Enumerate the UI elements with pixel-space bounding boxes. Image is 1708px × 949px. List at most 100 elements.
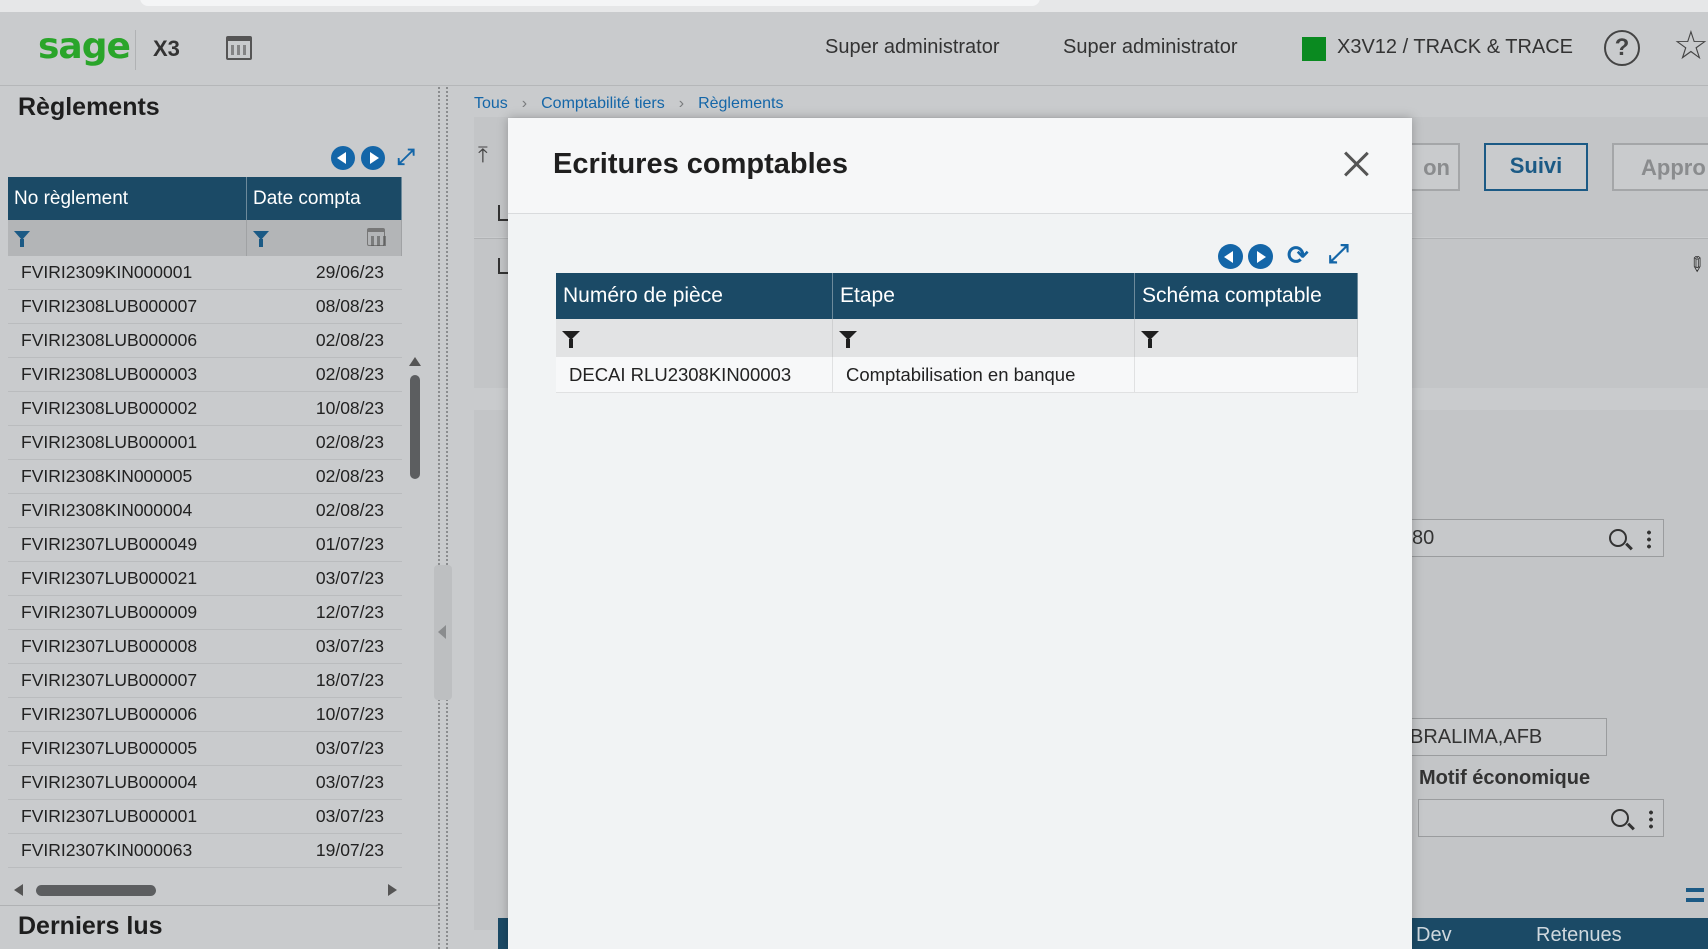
- breadcrumb-tous[interactable]: Tous: [474, 95, 508, 113]
- panel-splitter[interactable]: [438, 87, 448, 949]
- table-row[interactable]: FVIRI2308LUB000006 02/08/23: [8, 324, 402, 358]
- filter-icon[interactable]: [839, 331, 857, 348]
- filter-icon[interactable]: [253, 231, 269, 247]
- horizontal-scrollbar[interactable]: [14, 883, 398, 897]
- table-row[interactable]: FVIRI2309KIN000001 29/06/23: [8, 256, 402, 290]
- accounting-date-cell: 29/06/23: [315, 262, 384, 282]
- search-icon[interactable]: [1609, 529, 1627, 547]
- table-row[interactable]: FVIRI2308KIN000005 02/08/23: [8, 460, 402, 494]
- filter-cell[interactable]: [833, 319, 1135, 357]
- payment-number-cell[interactable]: FVIRI2307LUB000004: [8, 772, 254, 793]
- sage-logo[interactable]: sage: [38, 26, 131, 67]
- table-row[interactable]: FVIRI2308LUB000001 02/08/23: [8, 426, 402, 460]
- next-page-icon[interactable]: [361, 146, 385, 170]
- suivi-button[interactable]: Suivi: [1484, 143, 1588, 191]
- table-row[interactable]: FVIRI2307LUB000009 12/07/23: [8, 596, 402, 630]
- piece-number-cell[interactable]: DECAI RLU2308KIN00003: [556, 356, 833, 393]
- previous-page-icon[interactable]: [331, 146, 355, 170]
- expand-icon[interactable]: ⤢: [1328, 240, 1349, 266]
- scroll-top-icon[interactable]: ⤒: [478, 142, 488, 168]
- schema-comptable-cell[interactable]: [1135, 356, 1358, 393]
- expand-icon[interactable]: ⤢: [397, 146, 415, 168]
- filter-icon[interactable]: [1141, 331, 1159, 348]
- table-row[interactable]: FVIRI2308LUB000002 10/08/23: [8, 392, 402, 426]
- payment-number-cell[interactable]: FVIRI2307LUB000049: [8, 534, 254, 555]
- previous-page-icon[interactable]: [1218, 244, 1243, 269]
- table-row[interactable]: FVIRI2307LUB000006 10/07/23: [8, 698, 402, 732]
- payment-number-cell[interactable]: FVIRI2308LUB000006: [8, 330, 254, 351]
- filter-cell[interactable]: [556, 319, 833, 357]
- payment-number-cell[interactable]: FVIRI2308LUB000003: [8, 364, 254, 385]
- table-row[interactable]: FVIRI2307LUB000049 01/07/23: [8, 528, 402, 562]
- environment-status-icon: [1302, 37, 1326, 61]
- payment-number-cell[interactable]: FVIRI2308LUB000001: [8, 432, 254, 453]
- filter-icon[interactable]: [562, 331, 580, 348]
- calendar-icon[interactable]: [226, 36, 252, 60]
- next-page-icon[interactable]: [1248, 244, 1273, 269]
- scroll-left-icon[interactable]: [14, 884, 23, 896]
- payment-number-cell[interactable]: FVIRI2309KIN000001: [8, 262, 254, 283]
- scroll-up-icon[interactable]: [409, 357, 421, 366]
- payment-number-cell[interactable]: FVIRI2308KIN000004: [8, 500, 254, 521]
- left-panel: Règlements ⤢ No règlement Date compta FV…: [0, 87, 440, 949]
- payment-number-cell[interactable]: FVIRI2307LUB000001: [8, 806, 254, 827]
- vertical-scrollbar[interactable]: [409, 357, 421, 949]
- entries-grid-body: DECAI RLU2308KIN00003 Comptabilisation en…: [556, 356, 1358, 393]
- help-icon[interactable]: ?: [1604, 30, 1640, 66]
- table-row[interactable]: FVIRI2307LUB000001 03/07/23: [8, 800, 402, 834]
- approve-button[interactable]: Appro: [1612, 143, 1708, 191]
- role-menu[interactable]: Super administrator: [1063, 36, 1238, 59]
- address-bar[interactable]: [140, 0, 1040, 6]
- table-row[interactable]: FVIRI2307LUB000021 03/07/23: [8, 562, 402, 596]
- payment-number-cell[interactable]: FVIRI2308LUB000007: [8, 296, 254, 317]
- payment-number-cell[interactable]: FVIRI2307LUB000007: [8, 670, 254, 691]
- payments-grid-filter-row: [8, 220, 402, 256]
- layers-icon[interactable]: [1686, 888, 1704, 902]
- table-row[interactable]: FVIRI2307LUB000008 03/07/23: [8, 630, 402, 664]
- filter-icon[interactable]: [14, 231, 30, 247]
- column-header-schema-comptable[interactable]: Schéma comptable: [1135, 273, 1358, 319]
- filter-cell[interactable]: [1135, 319, 1358, 357]
- column-header-etape[interactable]: Etape: [833, 273, 1135, 319]
- filter-cell[interactable]: [8, 220, 247, 256]
- environment-selector[interactable]: X3V12 / TRACK & TRACE: [1337, 36, 1573, 59]
- refresh-icon[interactable]: ⟳: [1287, 242, 1309, 268]
- column-header-no-reglement[interactable]: No règlement: [8, 177, 247, 220]
- collapse-panel-handle[interactable]: [434, 565, 452, 700]
- date-picker-icon[interactable]: [367, 228, 387, 246]
- payment-number-cell[interactable]: FVIRI2307LUB000005: [8, 738, 254, 759]
- scroll-thumb[interactable]: [410, 375, 420, 479]
- close-icon[interactable]: [1340, 148, 1372, 180]
- breadcrumb-reglements[interactable]: Règlements: [698, 95, 783, 113]
- payment-number-cell[interactable]: FVIRI2307LUB000021: [8, 568, 254, 589]
- search-icon[interactable]: [1611, 809, 1629, 827]
- table-row[interactable]: FVIRI2308LUB000007 08/08/23: [8, 290, 402, 324]
- table-row[interactable]: DECAI RLU2308KIN00003 Comptabilisation en…: [556, 356, 1358, 393]
- table-row[interactable]: FVIRI2307LUB000005 03/07/23: [8, 732, 402, 766]
- payment-number-cell[interactable]: FVIRI2307LUB000006: [8, 704, 254, 725]
- user-menu[interactable]: Super administrator: [825, 36, 1000, 59]
- tab-retenues[interactable]: Retenues: [1536, 924, 1622, 947]
- more-options-icon[interactable]: [1649, 809, 1653, 829]
- more-options-icon[interactable]: [1647, 529, 1651, 549]
- payment-number-cell[interactable]: FVIRI2307KIN000063: [8, 840, 254, 861]
- table-row[interactable]: FVIRI2308LUB000003 02/08/23: [8, 358, 402, 392]
- column-header-date-compta[interactable]: Date compta: [247, 177, 402, 220]
- payment-number-cell[interactable]: FVIRI2307LUB000008: [8, 636, 254, 657]
- payment-number-cell[interactable]: FVIRI2308LUB000002: [8, 398, 254, 419]
- etape-cell[interactable]: Comptabilisation en banque: [833, 356, 1135, 393]
- table-row[interactable]: FVIRI2307LUB000007 18/07/23: [8, 664, 402, 698]
- product-name[interactable]: X3: [153, 36, 180, 62]
- column-header-numero-piece[interactable]: Numéro de pièce: [556, 273, 833, 319]
- breadcrumb-comptabilite-tiers[interactable]: Comptabilité tiers: [541, 95, 665, 113]
- table-row[interactable]: FVIRI2307KIN000063 19/07/23: [8, 834, 402, 868]
- table-row[interactable]: FVIRI2308KIN000004 02/08/23: [8, 494, 402, 528]
- payment-number-cell[interactable]: FVIRI2308KIN000005: [8, 466, 254, 487]
- payment-number-cell[interactable]: FVIRI2307LUB000009: [8, 602, 254, 623]
- table-row[interactable]: FVIRI2307LUB000004 03/07/23: [8, 766, 402, 800]
- favorite-star-icon[interactable]: ☆: [1673, 26, 1708, 66]
- scroll-right-icon[interactable]: [388, 884, 397, 896]
- scroll-thumb[interactable]: [36, 885, 156, 896]
- filter-cell[interactable]: [247, 220, 402, 256]
- tab-dev[interactable]: Dev: [1416, 924, 1452, 947]
